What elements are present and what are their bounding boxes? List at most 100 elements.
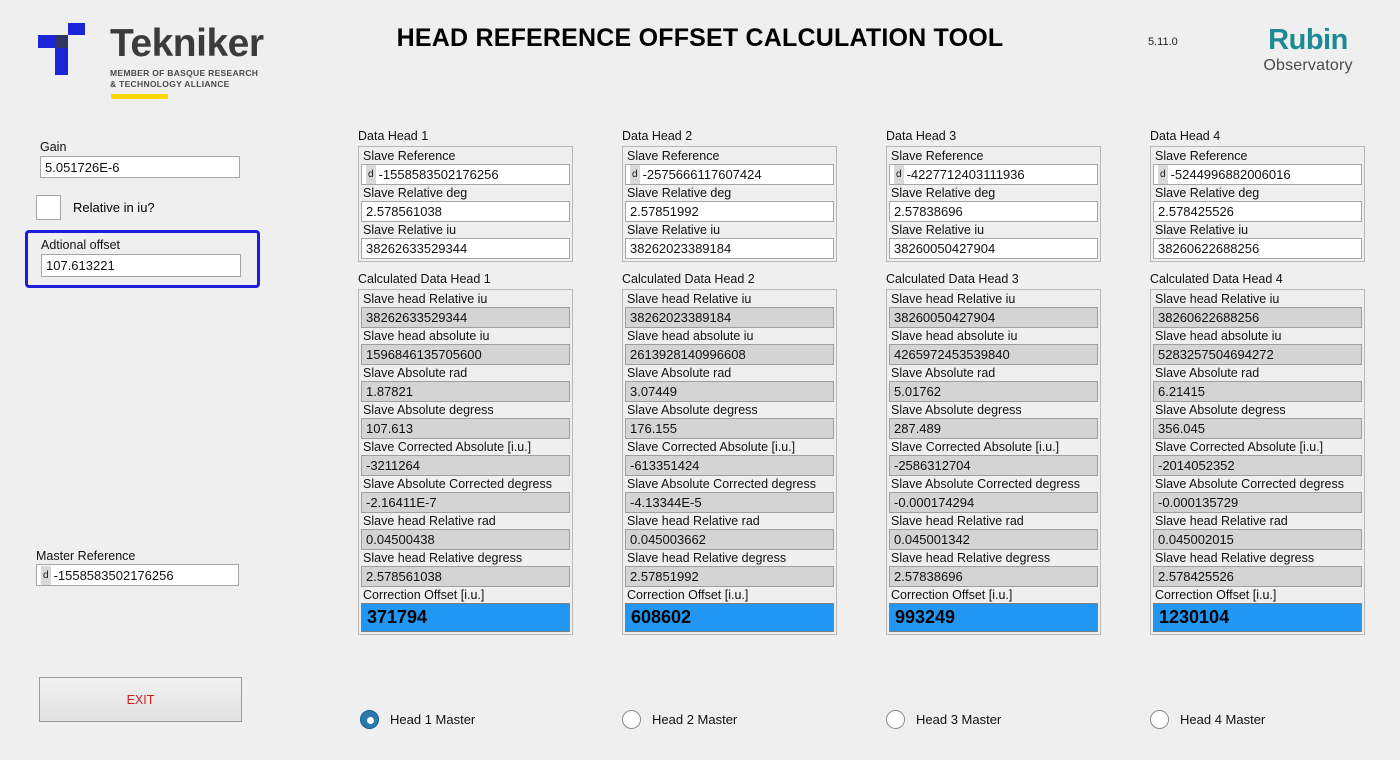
correction-offset-field: Correction Offset [i.u.] 993249 (889, 587, 1098, 632)
absolute-corrected-degress-value: -2.16411E-7 (361, 492, 570, 513)
master-reference-input[interactable]: d -1558583502176256 (36, 564, 239, 586)
absolute-degress-field: Slave Absolute degress 356.045 (1153, 402, 1362, 439)
slave-reference-prefix-badge: d (894, 165, 904, 184)
head-relative-iu-field: Slave head Relative iu 38260050427904 (889, 291, 1098, 328)
head-relative-iu-value: 38262633529344 (361, 307, 570, 328)
data-head-group: Slave Reference d -2575666117607424 Slav… (622, 146, 837, 262)
gain-input[interactable]: 5.051726E-6 (40, 156, 240, 178)
tekniker-tagline: MEMBER OF BASQUE RESEARCH & TECHNOLOGY A… (110, 68, 258, 90)
slave-relative-iu-label: Slave Relative iu (363, 223, 457, 237)
slave-relative-deg-input[interactable]: 2.578561038 (361, 201, 570, 222)
page-title: HEAD REFERENCE OFFSET CALCULATION TOOL (396, 24, 1004, 52)
slave-reference-label: Slave Reference (627, 149, 720, 163)
exit-button[interactable]: EXIT (39, 677, 242, 722)
head-relative-rad-label: Slave head Relative rad (363, 514, 496, 528)
head-relative-iu-label: Slave head Relative iu (627, 292, 752, 306)
head-absolute-iu-value: 5283257504694272 (1153, 344, 1362, 365)
slave-reference-input[interactable]: d -4227712403111936 (889, 164, 1098, 185)
slave-relative-deg-field: Slave Relative deg 2.57838696 (889, 185, 1098, 222)
head-relative-degress-field: Slave head Relative degress 2.578425526 (1153, 550, 1362, 587)
absolute-corrected-degress-label: Slave Absolute Corrected degress (1155, 477, 1344, 491)
absolute-rad-label: Slave Absolute rad (627, 366, 732, 380)
head-absolute-iu-field: Slave head absolute iu 4265972453539840 (889, 328, 1098, 365)
head-relative-degress-value: 2.578561038 (361, 566, 570, 587)
slave-relative-iu-field: Slave Relative iu 38260050427904 (889, 222, 1098, 259)
master-reference-label: Master Reference (36, 549, 136, 563)
head-relative-rad-label: Slave head Relative rad (627, 514, 760, 528)
slave-relative-deg-input[interactable]: 2.57851992 (625, 201, 834, 222)
slave-reference-input[interactable]: d -2575666117607424 (625, 164, 834, 185)
additional-offset-input[interactable]: 107.613221 (41, 254, 241, 277)
data-head-group: Slave Reference d -5244996882006016 Slav… (1150, 146, 1365, 262)
slave-relative-deg-field: Slave Relative deg 2.578561038 (361, 185, 570, 222)
head-relative-degress-label: Slave head Relative degress (1155, 551, 1315, 565)
head-relative-rad-label: Slave head Relative rad (1155, 514, 1288, 528)
radio-indicator[interactable] (886, 710, 905, 729)
master-radio-head-3[interactable]: Head 3 Master (886, 710, 1001, 729)
head-relative-rad-field: Slave head Relative rad 0.045002015 (1153, 513, 1362, 550)
data-head-group: Slave Reference d -4227712403111936 Slav… (886, 146, 1101, 262)
relative-in-iu-row[interactable]: Relative in iu? (36, 192, 276, 222)
tekniker-accent-bar (111, 94, 168, 99)
correction-offset-label: Correction Offset [i.u.] (363, 588, 485, 602)
slave-relative-deg-input[interactable]: 2.578425526 (1153, 201, 1362, 222)
corrected-absolute-iu-field: Slave Corrected Absolute [i.u.] -2014052… (1153, 439, 1362, 476)
corrected-absolute-iu-label: Slave Corrected Absolute [i.u.] (627, 440, 796, 454)
slave-relative-deg-field: Slave Relative deg 2.57851992 (625, 185, 834, 222)
slave-reference-value: -4227712403111936 (906, 167, 1025, 182)
calculated-head-title: Calculated Data Head 4 (1150, 272, 1283, 286)
absolute-rad-field: Slave Absolute rad 6.21415 (1153, 365, 1362, 402)
slave-relative-deg-input[interactable]: 2.57838696 (889, 201, 1098, 222)
rubin-observatory-logo: Rubin Observatory (1238, 24, 1378, 75)
head-relative-iu-value: 38262023389184 (625, 307, 834, 328)
slave-reference-label: Slave Reference (1155, 149, 1248, 163)
absolute-degress-label: Slave Absolute degress (363, 403, 494, 417)
master-radio-head-1[interactable]: Head 1 Master (360, 710, 475, 729)
corrected-absolute-iu-label: Slave Corrected Absolute [i.u.] (363, 440, 532, 454)
head-relative-iu-field: Slave head Relative iu 38262633529344 (361, 291, 570, 328)
head-relative-degress-label: Slave head Relative degress (363, 551, 523, 565)
head-relative-rad-value: 0.04500438 (361, 529, 570, 550)
absolute-degress-label: Slave Absolute degress (891, 403, 1022, 417)
slave-relative-deg-label: Slave Relative deg (627, 186, 732, 200)
slave-relative-iu-field: Slave Relative iu 38262023389184 (625, 222, 834, 259)
head-column-1: Data Head 1 Slave Reference d -155858350… (358, 128, 573, 635)
radio-label: Head 4 Master (1180, 712, 1266, 727)
slave-relative-iu-input[interactable]: 38262023389184 (625, 238, 834, 259)
head-relative-rad-field: Slave head Relative rad 0.04500438 (361, 513, 570, 550)
slave-reference-value: -2575666117607424 (642, 167, 762, 182)
head-relative-degress-value: 2.578425526 (1153, 566, 1362, 587)
absolute-corrected-degress-field: Slave Absolute Corrected degress -2.1641… (361, 476, 570, 513)
left-control-panel: Gain 5.051726E-6 Relative in iu? Adtiona… (0, 130, 330, 750)
absolute-corrected-degress-label: Slave Absolute Corrected degress (891, 477, 1080, 491)
correction-offset-label: Correction Offset [i.u.] (891, 588, 1013, 602)
head-absolute-iu-label: Slave head absolute iu (363, 329, 490, 343)
slave-reference-input[interactable]: d -1558583502176256 (361, 164, 570, 185)
absolute-corrected-degress-field: Slave Absolute Corrected degress -0.0001… (889, 476, 1098, 513)
correction-offset-label: Correction Offset [i.u.] (1155, 588, 1277, 602)
slave-relative-iu-label: Slave Relative iu (627, 223, 721, 237)
head-absolute-iu-label: Slave head absolute iu (627, 329, 754, 343)
slave-relative-deg-label: Slave Relative deg (363, 186, 468, 200)
master-radio-head-2[interactable]: Head 2 Master (622, 710, 737, 729)
slave-relative-iu-input[interactable]: 38260050427904 (889, 238, 1098, 259)
radio-indicator[interactable] (360, 710, 379, 729)
slave-relative-iu-input[interactable]: 38260622688256 (1153, 238, 1362, 259)
absolute-rad-label: Slave Absolute rad (363, 366, 468, 380)
head-column-3: Data Head 3 Slave Reference d -422771240… (886, 128, 1101, 635)
radio-indicator[interactable] (1150, 710, 1169, 729)
calculated-head-title: Calculated Data Head 2 (622, 272, 755, 286)
absolute-rad-field: Slave Absolute rad 5.01762 (889, 365, 1098, 402)
slave-reference-field: Slave Reference d -4227712403111936 (889, 148, 1098, 185)
slave-reference-value: -1558583502176256 (378, 167, 499, 182)
correction-offset-value: 371794 (361, 603, 570, 632)
head-relative-degress-field: Slave head Relative degress 2.57851992 (625, 550, 834, 587)
app-header: Tekniker MEMBER OF BASQUE RESEARCH & TEC… (0, 0, 1400, 110)
relative-in-iu-checkbox[interactable] (36, 194, 61, 220)
slave-reference-input[interactable]: d -5244996882006016 (1153, 164, 1362, 185)
radio-indicator[interactable] (622, 710, 641, 729)
absolute-corrected-degress-value: -4.13344E-5 (625, 492, 834, 513)
slave-relative-iu-input[interactable]: 38262633529344 (361, 238, 570, 259)
calculated-head-group: Slave head Relative iu 38262023389184 Sl… (622, 289, 837, 635)
master-radio-head-4[interactable]: Head 4 Master (1150, 710, 1265, 729)
